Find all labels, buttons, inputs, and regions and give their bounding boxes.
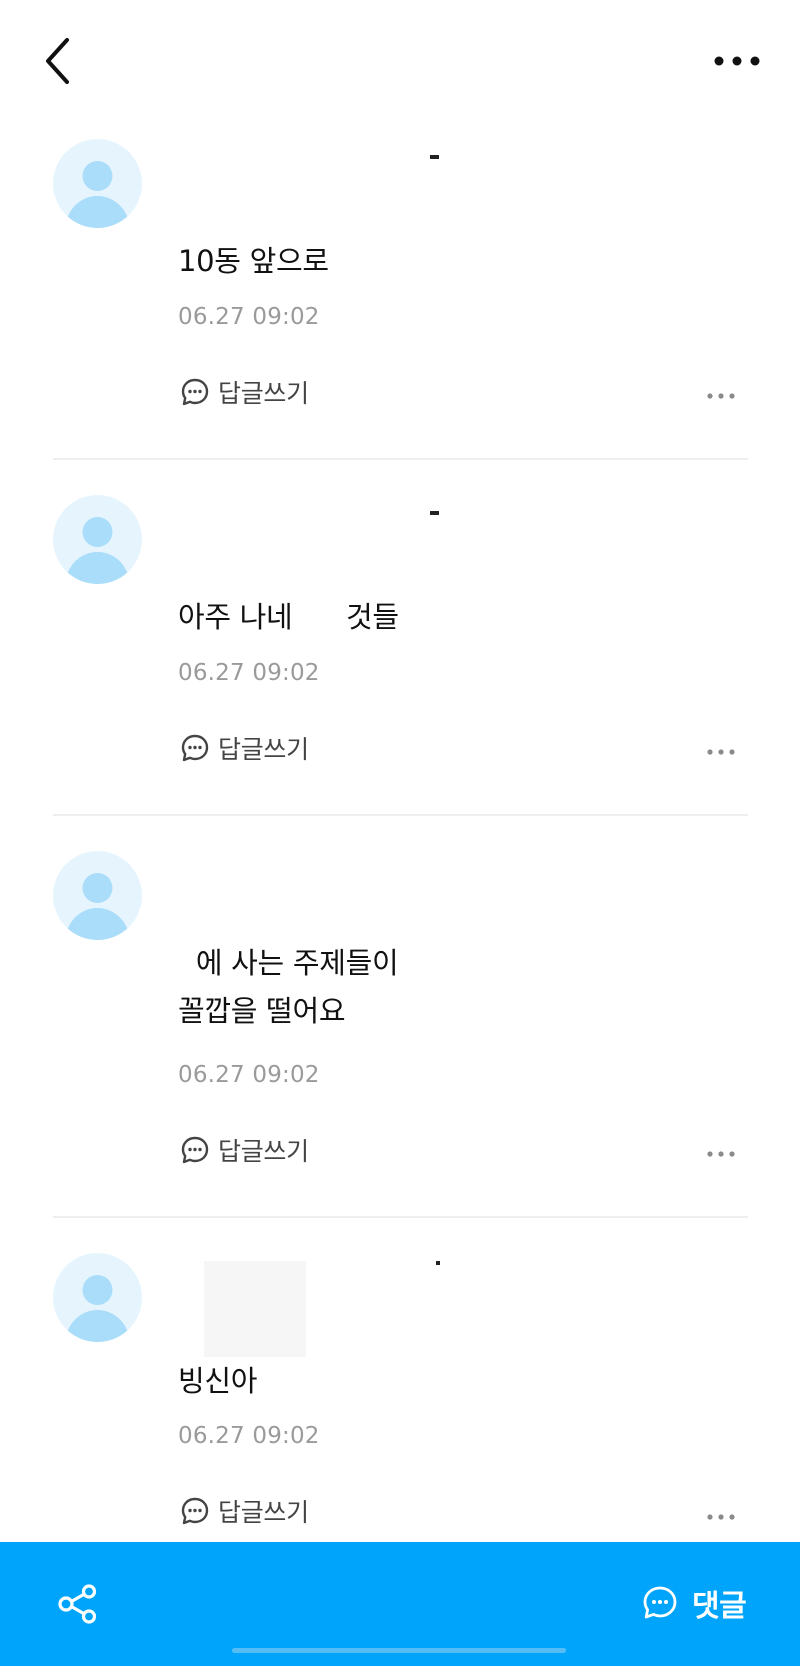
nickname-fragment [436, 1261, 440, 1265]
comment-text: 에 사는 주제들이 꼴깝을 떨어요 [178, 939, 738, 1035]
write-comment-button[interactable]: 댓글 [642, 1580, 747, 1626]
more-horizontal-icon [714, 56, 760, 66]
reply-label: 답글쓰기 [218, 379, 309, 408]
reply-label: 답글쓰기 [218, 1137, 309, 1166]
chat-bubble-icon [181, 734, 209, 762]
share-button[interactable] [56, 1582, 100, 1626]
comment-item: 아주 나네 것들 06.27 09:02 답글쓰기 [0, 495, 800, 851]
reply-button[interactable]: 답글쓰기 [180, 1494, 309, 1528]
default-user-icon [53, 1253, 142, 1342]
comment-timestamp: 06.27 09:02 [178, 1423, 320, 1449]
comment-timestamp: 06.27 09:02 [178, 304, 320, 330]
comment-timestamp: 06.27 09:02 [178, 660, 320, 686]
default-user-icon [53, 495, 142, 584]
top-bar [0, 0, 800, 130]
comment-text: 빙신아 [178, 1364, 258, 1398]
divider [53, 458, 748, 460]
share-icon [58, 1584, 97, 1624]
reply-label: 답글쓰기 [218, 1498, 309, 1527]
reply-button[interactable]: 답글쓰기 [180, 731, 309, 765]
more-options-button[interactable] [712, 48, 762, 74]
reply-button[interactable]: 답글쓰기 [180, 1133, 309, 1167]
comment-text: 아주 나네 것들 [178, 600, 399, 634]
comment-text-line: 에 사는 주제들이 [178, 946, 399, 980]
comment-timestamp: 06.27 09:02 [178, 1062, 320, 1088]
default-user-icon [53, 851, 142, 940]
comment-item: 빙신아 06.27 09:02 답글쓰기 [0, 1253, 800, 1542]
back-button[interactable] [40, 36, 80, 86]
comment-text-line: 꼴깝을 떨어요 [178, 994, 346, 1028]
avatar [53, 851, 142, 940]
comment-text: 10동 앞으로 [178, 244, 329, 278]
chat-bubble-icon [181, 378, 209, 406]
bottom-action-bar: 댓글 [0, 1542, 800, 1666]
comment-more-button[interactable] [706, 388, 736, 402]
home-indicator [232, 1648, 566, 1653]
divider [53, 814, 748, 816]
default-user-icon [53, 139, 142, 228]
avatar [53, 139, 142, 228]
divider [53, 1216, 748, 1218]
more-horizontal-icon [707, 1514, 735, 1520]
comment-more-button[interactable] [706, 744, 736, 758]
reply-label: 답글쓰기 [218, 735, 309, 764]
comment-item: 에 사는 주제들이 꼴깝을 떨어요 06.27 09:02 답글쓰기 [0, 851, 800, 1251]
nickname-fragment [430, 511, 439, 515]
write-comment-label: 댓글 [692, 1589, 747, 1624]
comment-item: 10동 앞으로 06.27 09:02 답글쓰기 [0, 139, 800, 495]
more-horizontal-icon [707, 393, 735, 399]
chevron-left-icon [46, 38, 69, 84]
more-horizontal-icon [707, 749, 735, 755]
chat-bubble-icon [181, 1497, 209, 1525]
comment-more-button[interactable] [706, 1509, 736, 1523]
avatar [53, 1253, 142, 1342]
chat-bubble-icon [643, 1586, 677, 1619]
redacted-area [204, 1261, 306, 1357]
avatar [53, 495, 142, 584]
chat-bubble-icon [181, 1136, 209, 1164]
reply-button[interactable]: 답글쓰기 [180, 375, 309, 409]
comment-more-button[interactable] [706, 1146, 736, 1160]
nickname-fragment [430, 155, 439, 159]
more-horizontal-icon [707, 1151, 735, 1157]
